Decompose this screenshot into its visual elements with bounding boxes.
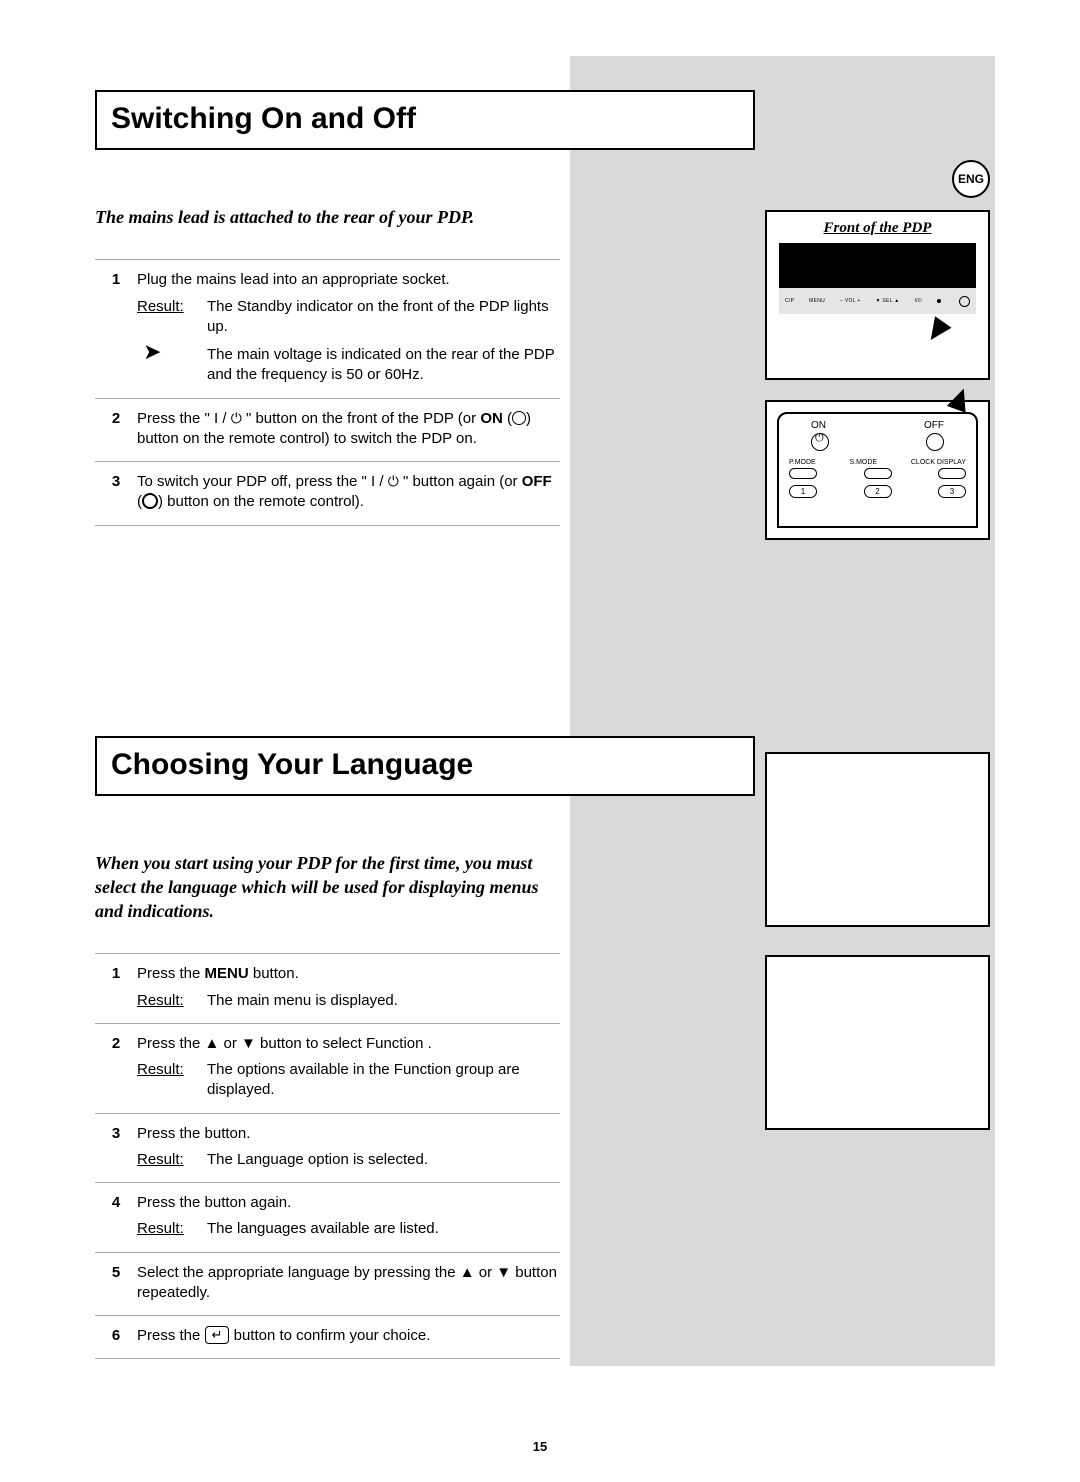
menu-bold: MENU [205, 965, 249, 982]
result-text: The Standby indicator on the front of th… [207, 297, 560, 338]
pointer-arrow-icon [947, 385, 973, 413]
page-tab-triangle-icon [514, 1398, 566, 1432]
result-label: Result: [137, 991, 207, 1011]
step-text: Press the [137, 965, 205, 982]
power-icon: ⏻ [388, 473, 399, 489]
panel-label: C/P [785, 298, 794, 304]
standby-led-icon [937, 299, 941, 303]
result-label: Result: [137, 297, 207, 338]
step-text: Press the button. [137, 1124, 560, 1144]
step-number: 3 [95, 472, 137, 513]
panel-label: ▼ SEL ▲ [875, 298, 899, 304]
remote-label: CLOCK DISPLAY [911, 459, 966, 466]
step-text: ) button on the remote control). [158, 493, 364, 510]
result-text: The languages available are listed. [207, 1219, 439, 1239]
panel-label: MENU [809, 298, 825, 304]
step-number: 2 [95, 1034, 137, 1101]
step-6: 6 Press the ↵ button to confirm your cho… [95, 1316, 560, 1359]
step-1: 1 Plug the mains lead into an appropriat… [95, 259, 560, 398]
figure-menu-screenshot-1 [765, 752, 990, 927]
remote-button-icon [512, 411, 526, 425]
power-icon: ⏻ [231, 410, 242, 426]
remote-num-button: 1 [789, 485, 817, 498]
step-number: 4 [95, 1193, 137, 1240]
remote-pill-button-icon [938, 468, 966, 479]
step-text: ( [503, 410, 512, 427]
step-1: 1 Press the MENU button. Result: The mai… [95, 953, 560, 1024]
note-text: The main voltage is indicated on the rea… [207, 345, 560, 386]
pdp-screen [779, 243, 976, 288]
result-text: The Language option is selected. [207, 1150, 428, 1170]
note-arrow-icon: ➤ [137, 345, 207, 386]
step-text: Plug the mains lead into an appropriate … [137, 270, 560, 290]
figure-front-pdp: Front of the PDP C/P MENU − VOL + ▼ SEL … [765, 210, 990, 380]
result-label: Result: [137, 1150, 207, 1170]
section-title-language: Choosing Your Language [95, 736, 755, 796]
step-number: 2 [95, 409, 137, 450]
remote-pill-button-icon [864, 468, 892, 479]
step-number: 6 [95, 1326, 137, 1346]
step-text: Press the " I / [137, 410, 231, 427]
figure-remote: ON OFF P.MODE S.MODE CLOCK DISPLAY 1 2 3 [765, 400, 990, 540]
remote-label-off: OFF [924, 420, 944, 431]
result-label: Result: [137, 1219, 207, 1239]
remote-label: S.MODE [849, 459, 877, 466]
step-number: 5 [95, 1263, 137, 1304]
step-number: 1 [95, 270, 137, 385]
step-text: Press the button again. [137, 1193, 560, 1213]
step-number: 3 [95, 1124, 137, 1171]
step-text: button. [249, 965, 299, 982]
step-2: 2 Press the ▲ or ▼ button to select Func… [95, 1024, 560, 1114]
remote-num-button: 2 [864, 485, 892, 498]
language-badge: ENG [952, 160, 990, 198]
step-text: Press the [137, 1327, 205, 1344]
page-number: 15 [0, 1439, 1080, 1454]
result-label: Result: [137, 1060, 207, 1101]
remote-label-on: ON [811, 420, 826, 431]
step-text: button to confirm your choice. [229, 1327, 430, 1344]
step-2: 2 Press the " I / ⏻ " button on the fron… [95, 399, 560, 463]
pdp-control-strip: C/P MENU − VOL + ▼ SEL ▲ I/⏻ [779, 288, 976, 314]
remote-on-button-icon [811, 433, 829, 451]
step-text: Press the ▲ or ▼ button to select Functi… [137, 1034, 560, 1054]
step-text: " button again (or [399, 473, 522, 490]
section-title-switching: Switching On and Off [95, 90, 755, 150]
panel-label: I/⏻ [914, 298, 922, 304]
step-3: 3 To switch your PDP off, press the " I … [95, 462, 560, 526]
section1-steps: 1 Plug the mains lead into an appropriat… [95, 259, 560, 525]
step-text: " button on the front of the PDP (or [242, 410, 481, 427]
page-content: ENG Switching On and Off The mains lead … [0, 0, 1080, 1359]
step-3: 3 Press the button. Result: The Language… [95, 1114, 560, 1184]
step-5: 5 Select the appropriate language by pre… [95, 1253, 560, 1317]
panel-label: − VOL + [840, 298, 861, 304]
result-text: The main menu is displayed. [207, 991, 398, 1011]
figure-menu-screenshot-2 [765, 955, 990, 1130]
pointer-arrow-icon [922, 316, 951, 345]
section1-intro: The mains lead is attached to the rear o… [95, 205, 555, 229]
off-label: OFF [522, 473, 552, 490]
remote-off-button-icon [926, 433, 944, 451]
section2-intro: When you start using your PDP for the fi… [95, 851, 555, 924]
remote-button-icon [142, 493, 158, 509]
step-number: 1 [95, 964, 137, 1011]
remote-num-button: 3 [938, 485, 966, 498]
remote-pill-button-icon [789, 468, 817, 479]
power-button-icon [959, 296, 970, 307]
section2-steps: 1 Press the MENU button. Result: The mai… [95, 953, 560, 1359]
result-text: The options available in the Function gr… [207, 1060, 560, 1101]
step-4: 4 Press the button again. Result: The la… [95, 1183, 560, 1253]
enter-button-icon: ↵ [205, 1326, 230, 1344]
figure-title: Front of the PDP [777, 220, 978, 237]
step-text: To switch your PDP off, press the " I / [137, 473, 388, 490]
remote-label: P.MODE [789, 459, 816, 466]
step-text: Select the appropriate language by press… [137, 1263, 560, 1304]
on-label: ON [480, 410, 503, 427]
